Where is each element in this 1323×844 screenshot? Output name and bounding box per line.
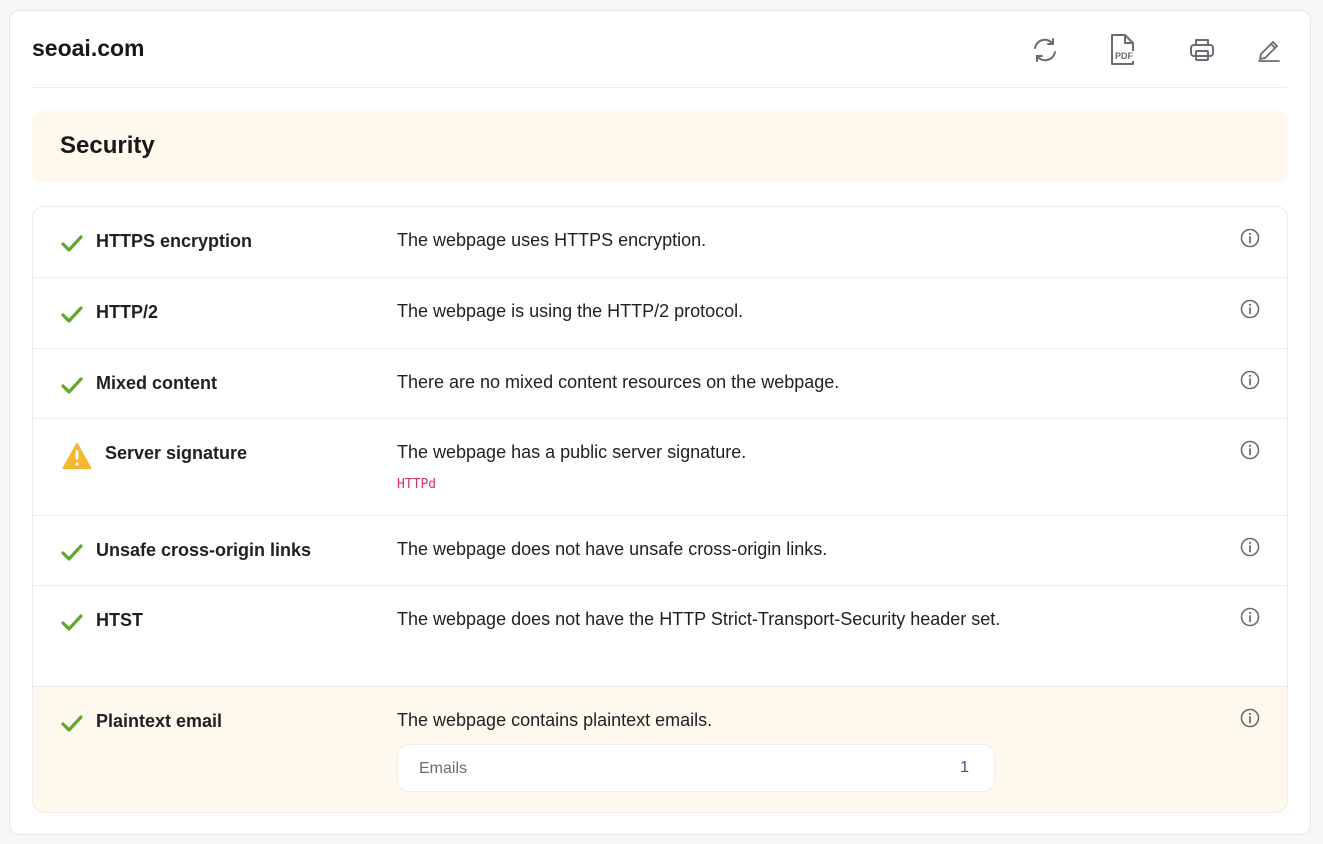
info-icon[interactable] [1239,536,1261,558]
server-signature-value: HTTPd [397,477,437,492]
edit-icon [1258,41,1280,62]
emails-count: 1 [960,759,969,776]
check-row-hsts: HTST The webpage does not have the HTTP … [33,586,1287,687]
toolbar: PDF [1027,33,1287,67]
section-banner: Security [32,111,1288,182]
check-name: Plaintext email [96,711,223,731]
check-description: The webpage has a public server signatur… [397,442,747,462]
info-icon[interactable] [1239,369,1261,391]
print-icon [1190,39,1214,61]
emails-label: Emails [419,760,468,777]
warning-icon [62,442,92,469]
check-name: HTTPS encryption [96,231,253,251]
info-icon[interactable] [1239,707,1261,729]
info-icon[interactable] [1239,439,1261,461]
check-name: Server signature [105,443,248,463]
info-icon[interactable] [1239,606,1261,628]
check-icon [61,715,83,732]
check-description: The webpage contains plaintext emails. [397,710,713,730]
check-icon [61,614,83,631]
check-icon [61,544,83,561]
check-icon [61,306,83,323]
pdf-icon [1111,34,1134,65]
security-checks-list: HTTPS encryption The webpage uses HTTPS … [32,206,1288,813]
check-row-https: HTTPS encryption The webpage uses HTTPS … [33,207,1287,278]
refresh-button[interactable] [1027,33,1063,67]
print-button[interactable] [1184,33,1220,67]
check-name: Unsafe cross-origin links [96,540,312,560]
check-row-cross-origin: Unsafe cross-origin links The webpage do… [33,516,1287,586]
check-row-mixed-content: Mixed content There are no mixed content… [33,349,1287,419]
check-description: The webpage does not have unsafe cross-o… [397,539,828,559]
check-row-http2: HTTP/2 The webpage is using the HTTP/2 p… [33,278,1287,349]
check-description: The webpage is using the HTTP/2 protocol… [397,301,744,321]
check-description: The webpage uses HTTPS encryption. [397,230,707,250]
report-card: seoai.com PDF Security HTTPS encryption … [9,10,1311,835]
pdf-label: PDF [1114,51,1134,61]
check-icon [61,235,83,252]
info-icon[interactable] [1239,227,1261,249]
site-title: seoai.com [32,35,145,61]
info-icon[interactable] [1239,298,1261,320]
check-name: HTTP/2 [96,302,159,322]
edit-button[interactable] [1251,33,1287,67]
refresh-icon [1034,38,1056,62]
pdf-button[interactable]: PDF [1105,33,1141,67]
check-name: HTST [96,610,143,630]
check-description: There are no mixed content resources on … [397,372,840,392]
check-name: Mixed content [96,373,218,393]
check-icon [61,377,83,394]
check-row-server-signature: Server signature The webpage has a publi… [33,419,1287,516]
report-header: seoai.com PDF [32,11,1287,88]
section-title: Security [60,132,155,159]
check-description: The webpage does not have the HTTP Stric… [397,609,1001,629]
emails-detail-box[interactable]: Emails 1 [397,744,995,792]
check-row-plaintext-email: Plaintext email The webpage contains pla… [33,687,1287,812]
